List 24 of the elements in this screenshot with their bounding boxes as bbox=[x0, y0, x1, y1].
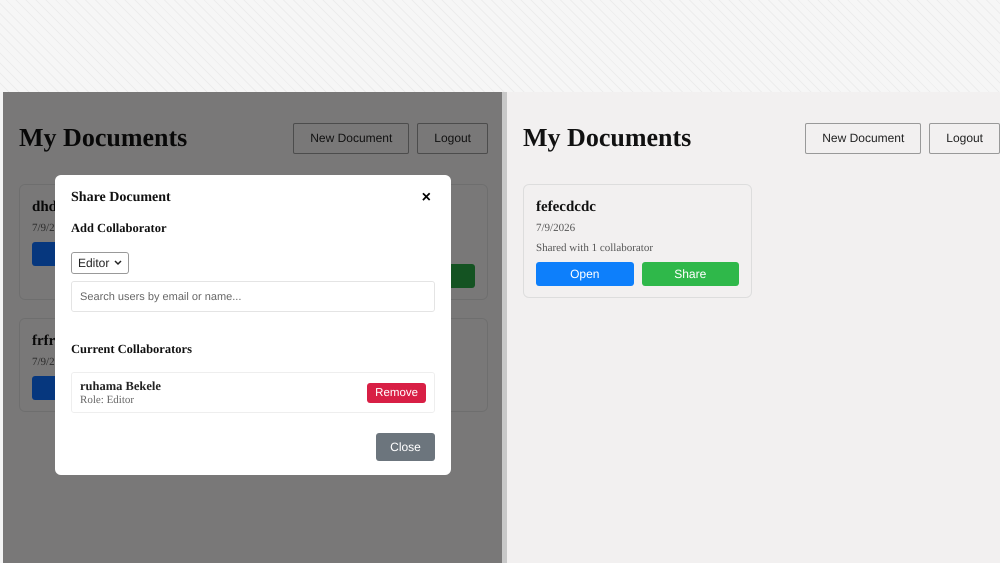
search-field[interactable]: Search users by email or name... bbox=[71, 281, 435, 312]
chevron-icon bbox=[114, 260, 122, 266]
section-heading: Add Collaborator bbox=[71, 221, 168, 236]
logout-button[interactable]: Logout bbox=[417, 122, 488, 154]
share-button[interactable]: Share bbox=[642, 262, 739, 286]
page-title: My Documents bbox=[523, 123, 692, 153]
document-title: fefecdcdc bbox=[536, 199, 596, 216]
page-title: My Documents bbox=[19, 123, 188, 153]
collaborator-role: Role: Editor bbox=[80, 394, 136, 406]
logout-button[interactable]: Logout bbox=[929, 122, 1000, 154]
share-status: Shared with 1 collaborator bbox=[536, 242, 653, 254]
new-document-button[interactable]: New Document bbox=[805, 122, 922, 154]
role-select[interactable]: Editor bbox=[71, 252, 129, 274]
document-date: 7/9/2 bbox=[32, 222, 55, 234]
document-date: 7/9/2026 bbox=[536, 222, 576, 234]
collaborator-name: ruhama Bekele bbox=[80, 379, 161, 394]
open-button[interactable]: Open bbox=[536, 262, 634, 286]
dialog-title: Share Document bbox=[71, 190, 171, 206]
new-document-button[interactable]: New Document bbox=[293, 122, 410, 154]
document-title: frfr bbox=[32, 333, 56, 350]
document-date: 7/9/2 bbox=[32, 356, 55, 368]
remove-button[interactable]: Remove bbox=[367, 382, 426, 402]
close-button[interactable]: Close bbox=[376, 433, 435, 461]
section-heading: Current Collaborators bbox=[71, 342, 193, 357]
